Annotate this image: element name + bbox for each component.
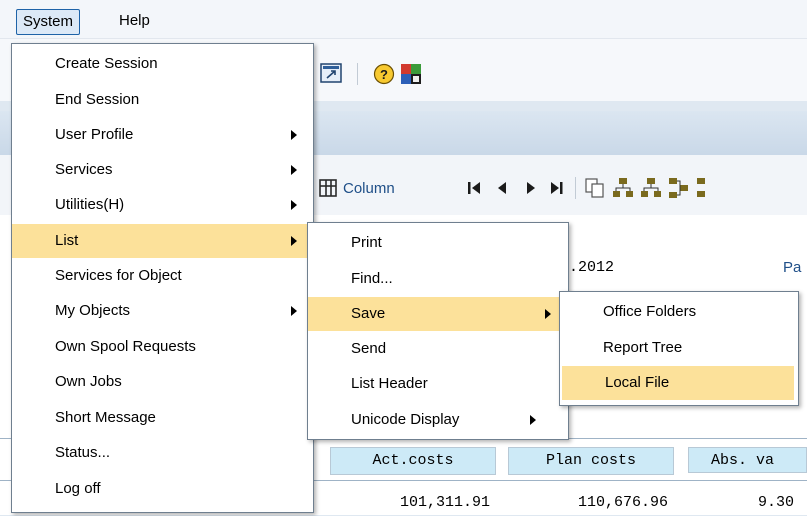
menu-item-send[interactable]: Send: [308, 332, 566, 366]
menu-item-label: Save: [351, 305, 386, 322]
menu-item-list[interactable]: List: [12, 224, 311, 258]
column-header-act-costs[interactable]: Act.costs: [330, 447, 496, 475]
menu-item-find[interactable]: Find...: [308, 262, 566, 296]
submenu-arrow-icon: [530, 415, 536, 425]
hierarchy-icon[interactable]: [612, 177, 634, 199]
submenu-arrow-icon: [291, 130, 297, 140]
menu-item-local-file[interactable]: Local File: [562, 366, 794, 400]
first-page-icon[interactable]: [465, 178, 487, 198]
customize-layout-icon[interactable]: [400, 63, 422, 85]
submenu-arrow-icon: [291, 236, 297, 246]
generate-shortcut-icon[interactable]: [320, 63, 342, 83]
more-toolbar-icon[interactable]: [696, 177, 708, 199]
menu-system[interactable]: System: [16, 9, 81, 35]
previous-page-icon[interactable]: [493, 178, 513, 198]
date-field: .2012: [569, 259, 615, 276]
column-icon[interactable]: [318, 179, 340, 197]
menu-item-log-off[interactable]: Log off: [12, 472, 311, 506]
menu-item-report-tree[interactable]: Report Tree: [560, 331, 796, 365]
column-header-abs-var[interactable]: Abs. va: [688, 447, 807, 473]
last-page-icon[interactable]: [546, 178, 568, 198]
menu-item-print[interactable]: Print: [308, 226, 566, 260]
submenu-arrow-icon: [291, 200, 297, 210]
menu-item-label: List: [55, 232, 79, 249]
menu-item-label: Utilities(H): [55, 196, 125, 213]
list-submenu: Print Find... Save Send List Header Unic…: [307, 222, 569, 440]
submenu-arrow-icon: [291, 165, 297, 175]
submenu-arrow-icon: [291, 306, 297, 316]
menu-item-label: Unicode Display: [351, 411, 460, 428]
menu-item-own-spool-requests[interactable]: Own Spool Requests: [12, 330, 311, 364]
menu-item-user-profile[interactable]: User Profile: [12, 118, 311, 152]
toolbar-separator: [357, 63, 358, 85]
pa-label: Pa: [783, 259, 802, 276]
menu-bar: System Help: [0, 0, 807, 38]
expand-subtree-icon[interactable]: [640, 177, 662, 199]
menu-item-services-for-object[interactable]: Services for Object: [12, 259, 311, 293]
column-button[interactable]: Column: [343, 177, 395, 201]
menu-item-my-objects[interactable]: My Objects: [12, 294, 311, 328]
menu-item-label: Services: [55, 161, 113, 178]
toolbar-separator: [575, 177, 576, 199]
menu-item-label: My Objects: [55, 302, 131, 319]
save-submenu: Office Folders Report Tree Local File: [559, 291, 799, 406]
cell-abs-var: 9.30: [758, 494, 795, 511]
copy-icon[interactable]: [584, 177, 606, 199]
submenu-arrow-icon: [545, 309, 551, 319]
menu-item-list-header[interactable]: List Header: [308, 367, 566, 401]
svg-text:?: ?: [380, 67, 388, 82]
menu-item-create-session[interactable]: Create Session: [12, 47, 311, 81]
menu-item-save[interactable]: Save: [308, 297, 566, 331]
next-page-icon[interactable]: [521, 178, 541, 198]
menu-item-own-jobs[interactable]: Own Jobs: [12, 365, 311, 399]
menu-item-office-folders[interactable]: Office Folders: [560, 295, 796, 329]
menu-item-label: User Profile: [55, 126, 134, 143]
column-header-plan-costs[interactable]: Plan costs: [508, 447, 674, 475]
tree-settings-icon[interactable]: [668, 177, 690, 199]
system-menu: Create Session End Session User Profile …: [11, 43, 314, 513]
help-icon[interactable]: ?: [373, 63, 395, 85]
menu-item-end-session[interactable]: End Session: [12, 83, 311, 117]
cell-plan-costs: 110,676.96: [577, 494, 668, 511]
menu-item-services[interactable]: Services: [12, 153, 311, 187]
menu-item-utilities[interactable]: Utilities(H): [12, 188, 311, 222]
menu-item-short-message[interactable]: Short Message: [12, 401, 311, 435]
menu-help[interactable]: Help: [113, 9, 156, 33]
menu-item-status[interactable]: Status...: [12, 436, 311, 470]
menu-item-unicode-display[interactable]: Unicode Display: [308, 403, 566, 437]
cell-act-costs: 101,311.91: [399, 494, 490, 511]
